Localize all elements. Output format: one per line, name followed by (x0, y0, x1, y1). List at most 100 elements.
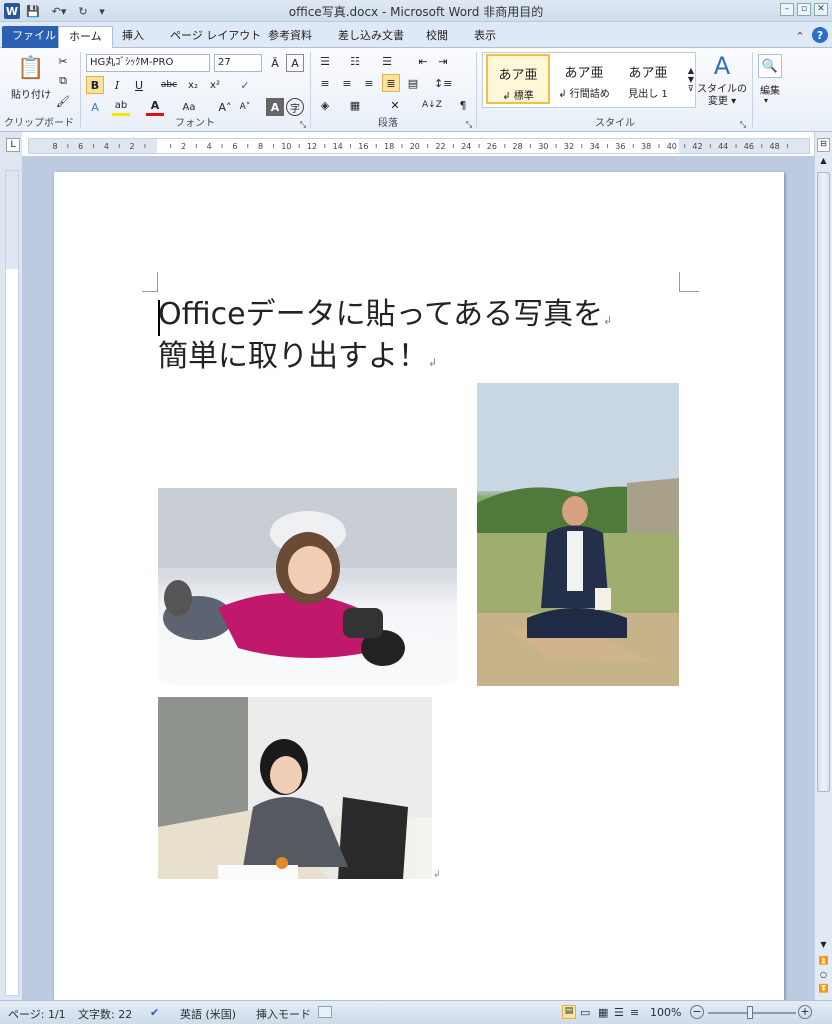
tab-selector[interactable]: L (6, 138, 20, 152)
web-layout-view-icon[interactable]: ▦ (598, 1006, 608, 1019)
ruler-label: 28 (513, 142, 523, 151)
zoom-slider-thumb[interactable] (747, 1006, 753, 1019)
outline-view-icon[interactable]: ☰ (614, 1006, 624, 1019)
justify-icon[interactable]: ≣ (382, 74, 400, 92)
tab-home[interactable]: ホーム (58, 26, 113, 48)
draft-view-icon[interactable]: ≡ (630, 1006, 639, 1019)
macro-icon[interactable] (318, 1006, 332, 1018)
help-icon[interactable]: ? (812, 27, 828, 43)
ruler-ticks: 8 6 4 2 2 4 6 8 10 12 14 16 18 20 22 24 26 28 30 32 34 36 38 40… (52, 142, 788, 151)
heading-line-1[interactable]: Officeデータに貼ってある写真を↲ (158, 296, 612, 340)
language-indicator[interactable]: 英語 (米国) (180, 1006, 236, 1022)
line-spacing-icon[interactable]: ↕≡ (434, 74, 452, 92)
style-normal[interactable]: あア亜 ↲ 標準 (486, 54, 550, 104)
status-bar: ページ: 1/1 文字数: 22 ✔ 英語 (米国) 挿入モード ▤ ▭ ▦ ☰… (0, 1000, 832, 1024)
align-left-icon[interactable]: ≡ (316, 74, 334, 92)
divider (752, 52, 753, 128)
bullets-icon[interactable]: ☰ (316, 52, 334, 70)
zoom-out-icon[interactable]: − (690, 1005, 704, 1019)
zoom-in-icon[interactable]: + (798, 1005, 812, 1019)
heading-line-2[interactable]: 簡単に取り出すよ！↲ (158, 338, 437, 382)
format-painter-icon[interactable]: 🖌 (54, 92, 72, 110)
tab-file[interactable]: ファイル (2, 26, 66, 48)
find-icon[interactable]: 🔍 (758, 54, 782, 78)
ruler-label: 20 (410, 142, 420, 151)
numbering-icon[interactable]: ☷ (346, 52, 364, 70)
font-size-combo[interactable]: 27 (214, 54, 262, 72)
change-styles-icon[interactable]: A (704, 52, 740, 80)
superscript-button[interactable]: x² (206, 76, 224, 94)
editing-button[interactable]: 編集 (754, 82, 786, 97)
maximize-button[interactable]: ▫ (797, 3, 811, 16)
multilevel-list-icon[interactable]: ☰ (378, 52, 396, 70)
divider (476, 52, 477, 128)
cut-icon[interactable]: ✂ (54, 52, 72, 70)
borders-icon[interactable]: ▦ (346, 96, 364, 114)
print-layout-view-icon[interactable]: ▤ (562, 1005, 576, 1019)
strikethrough-button[interactable]: abc (160, 76, 178, 94)
photo-man-grass[interactable] (477, 383, 679, 686)
decrease-indent-icon[interactable]: ⇤ (414, 52, 432, 70)
full-screen-view-icon[interactable]: ▭ (580, 1006, 590, 1019)
vertical-scrollbar[interactable]: ⊟ ▲ ▼ ⏫ ○ ⏬ (814, 132, 832, 1000)
proofing-icon[interactable]: ✔ (150, 1006, 159, 1019)
distribute-icon[interactable]: ▤ (404, 74, 422, 92)
tab-page-layout[interactable]: ページ レイアウト (160, 26, 271, 48)
zoom-level[interactable]: 100% (650, 1006, 681, 1019)
horizontal-ruler[interactable]: 8 6 4 2 2 4 6 8 10 12 14 16 18 20 22 24 26 28 30 32 34 36 38 40… (28, 138, 810, 154)
tab-review[interactable]: 校閲 (416, 26, 458, 48)
minimize-button[interactable]: – (780, 3, 794, 16)
font-name-combo[interactable]: HG丸ｺﾞｼｯｸM-PRO (86, 54, 210, 72)
tab-mailings[interactable]: 差し込み文書 (328, 26, 414, 48)
document-page[interactable]: Officeデータに貼ってある写真を↲ 簡単に取り出すよ！↲ ↲ (54, 172, 784, 1000)
style-heading-1[interactable]: あア亜 見出し 1 (616, 54, 680, 104)
vertical-ruler[interactable] (5, 170, 19, 996)
previous-page-icon[interactable]: ⏫ (817, 956, 830, 968)
scroll-thumb[interactable] (817, 172, 830, 792)
tab-references[interactable]: 参考資料 (258, 26, 322, 48)
increase-indent-icon[interactable]: ⇥ (434, 52, 452, 70)
underline-button[interactable]: U (130, 76, 148, 94)
grow-font-icon[interactable]: Ā (266, 54, 284, 72)
ruler-label: 6 (78, 142, 83, 151)
bold-button[interactable]: B (86, 76, 104, 94)
clear-format-icon[interactable]: A (286, 54, 304, 72)
photo-woman-snow[interactable] (158, 488, 457, 686)
shading-icon[interactable]: ◈ (316, 96, 334, 114)
title-bar: W 💾 ↶▾ ↻ ▾ office写真.docx - Microsoft Wor… (0, 0, 832, 22)
copy-icon[interactable]: ⧉ (54, 72, 72, 90)
asian-layout-icon[interactable]: ✕ (386, 96, 404, 114)
tab-insert[interactable]: 挿入 (112, 26, 154, 48)
scroll-down-icon[interactable]: ▼ (817, 940, 830, 952)
style-name: ↲ 標準 (502, 91, 534, 102)
style-no-spacing[interactable]: あア亜 ↲ 行間詰め (552, 54, 616, 104)
close-button[interactable]: ✕ (814, 3, 828, 16)
italic-button[interactable]: I (108, 76, 126, 94)
styles-dialog-launcher-icon[interactable]: ⤡ (734, 116, 752, 134)
ruler-label: 36 (615, 142, 625, 151)
page-count[interactable]: ページ: 1/1 (8, 1006, 66, 1022)
align-center-icon[interactable]: ≡ (338, 74, 356, 92)
tab-view[interactable]: 表示 (464, 26, 506, 48)
scroll-up-icon[interactable]: ▲ (817, 156, 830, 170)
align-right-icon[interactable]: ≡ (360, 74, 378, 92)
ruler-label: 48 (770, 142, 780, 151)
next-page-icon[interactable]: ⏬ (817, 984, 830, 996)
word-count[interactable]: 文字数: 22 (78, 1006, 132, 1022)
spell-icon[interactable]: ✓ (236, 76, 254, 94)
sort-icon[interactable]: A↓Z (422, 96, 442, 114)
subscript-button[interactable]: x₂ (184, 76, 202, 94)
minimize-ribbon-icon[interactable]: ⌃ (794, 28, 806, 44)
paste-icon[interactable]: 📋 (14, 52, 48, 84)
editing-dropdown-icon[interactable]: ▾ (764, 96, 768, 105)
browse-object-icon[interactable]: ○ (817, 970, 830, 982)
ruler-toggle-icon[interactable]: ⊟ (817, 138, 830, 152)
ruler-label: 22 (435, 142, 445, 151)
insert-mode-indicator[interactable]: 挿入モード (256, 1006, 311, 1022)
paragraph-mark: ↲ (433, 870, 441, 880)
photo-woman-desk[interactable] (158, 697, 432, 879)
change-styles-button[interactable]: スタイルの 変更 ▾ (696, 84, 748, 108)
show-marks-icon[interactable]: ¶ (454, 96, 472, 114)
paste-button[interactable]: 貼り付け (6, 84, 56, 102)
photo-woman-snow-image (158, 488, 457, 686)
